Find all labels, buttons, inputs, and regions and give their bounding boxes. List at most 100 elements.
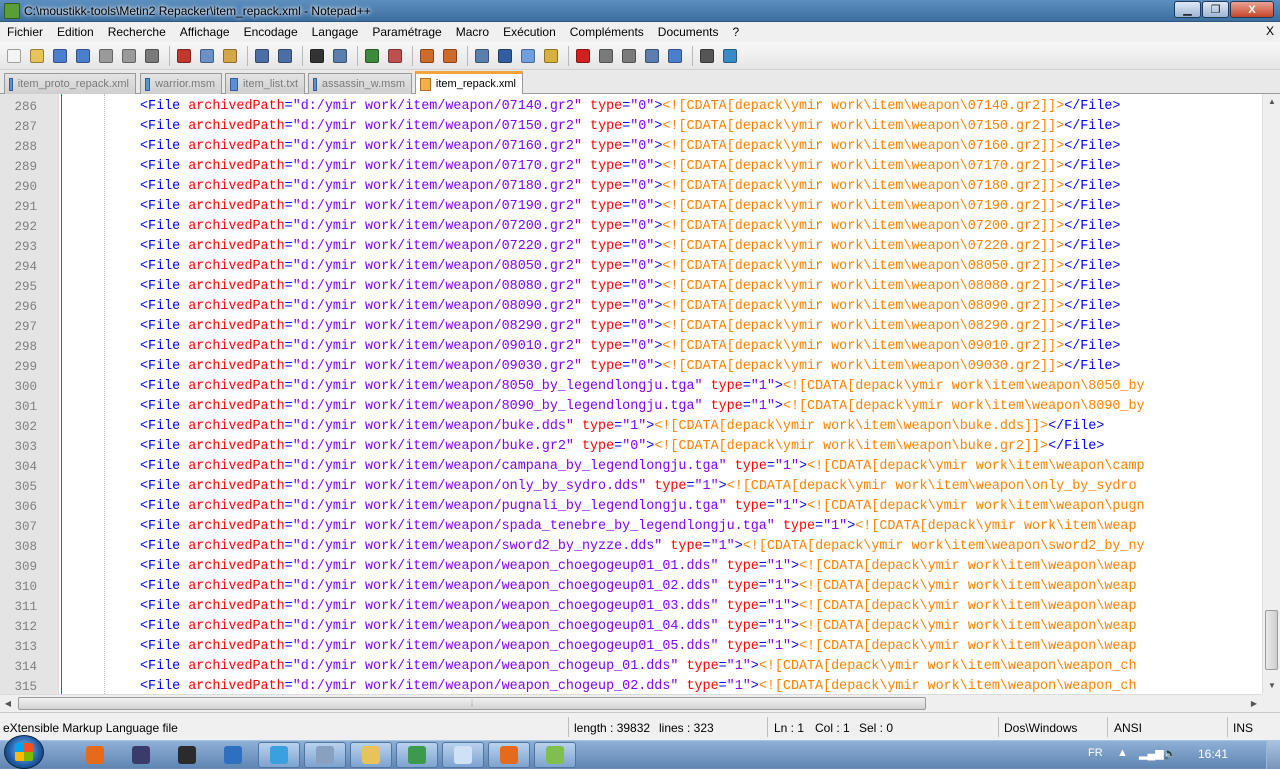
menu-encodage[interactable]: Encodage bbox=[237, 22, 305, 42]
menu-complements[interactable]: Compléments bbox=[563, 22, 651, 42]
installer-taskbar-button[interactable] bbox=[304, 742, 346, 768]
scroll-down-icon[interactable]: ▼ bbox=[1263, 678, 1280, 694]
redo-icon[interactable] bbox=[275, 46, 295, 66]
save-macro-icon[interactable] bbox=[665, 46, 685, 66]
vertical-scroll-thumb[interactable] bbox=[1265, 610, 1278, 670]
scroll-up-icon[interactable]: ▲ bbox=[1263, 94, 1280, 110]
save-all-icon[interactable] bbox=[73, 46, 93, 66]
paste-icon[interactable] bbox=[220, 46, 240, 66]
zoom-in-icon[interactable] bbox=[362, 46, 382, 66]
code-line[interactable]: 290 <File archivedPath="d:/ymir work/item… bbox=[0, 177, 1262, 197]
save-icon[interactable] bbox=[50, 46, 70, 66]
play-macro-icon[interactable] bbox=[619, 46, 639, 66]
find-icon[interactable] bbox=[307, 46, 327, 66]
notepadpp-taskbar-button[interactable] bbox=[534, 742, 576, 768]
maximize-button[interactable]: ❐ bbox=[1202, 1, 1229, 18]
code-line[interactable]: 292 <File archivedPath="d:/ymir work/item… bbox=[0, 217, 1262, 237]
code-line[interactable]: 308 <File archivedPath="d:/ymir work/item… bbox=[0, 537, 1262, 557]
clock[interactable]: 16:41 bbox=[1198, 747, 1228, 761]
code-line[interactable]: 288 <File archivedPath="d:/ymir work/item… bbox=[0, 137, 1262, 157]
copy-icon[interactable] bbox=[197, 46, 217, 66]
stop-macro-icon[interactable] bbox=[596, 46, 616, 66]
code-line[interactable]: 309 <File archivedPath="d:/ymir work/item… bbox=[0, 557, 1262, 577]
menu-fichier[interactable]: Fichier bbox=[0, 22, 50, 42]
code-line[interactable]: 312 <File archivedPath="d:/ymir work/item… bbox=[0, 617, 1262, 637]
menu-help[interactable]: ? bbox=[726, 22, 747, 42]
editor-area[interactable]: 286 <File archivedPath="d:/ymir work/item… bbox=[0, 94, 1262, 694]
code-line[interactable]: 293 <File archivedPath="d:/ymir work/item… bbox=[0, 237, 1262, 257]
menu-parametrage[interactable]: Paramétrage bbox=[365, 22, 448, 42]
show-hidden-icons-icon[interactable]: ▲ bbox=[1117, 747, 1128, 759]
zoom-out-icon[interactable] bbox=[385, 46, 405, 66]
record-macro-icon[interactable] bbox=[573, 46, 593, 66]
menu-langage[interactable]: Langage bbox=[305, 22, 366, 42]
menu-edition[interactable]: Edition bbox=[50, 22, 101, 42]
code-line[interactable]: 294 <File archivedPath="d:/ymir work/item… bbox=[0, 257, 1262, 277]
game-taskbar-button[interactable] bbox=[166, 742, 208, 768]
show-all-chars-icon[interactable] bbox=[495, 46, 515, 66]
print-icon[interactable] bbox=[142, 46, 162, 66]
close-button[interactable]: X bbox=[1230, 1, 1274, 18]
horizontal-scrollbar[interactable]: ◀ ⦙ ▶ bbox=[0, 694, 1262, 712]
code-line[interactable]: 314 <File archivedPath="d:/ymir work/item… bbox=[0, 657, 1262, 677]
firefox-window-taskbar-button[interactable] bbox=[488, 742, 530, 768]
code-line[interactable]: 310 <File archivedPath="d:/ymir work/item… bbox=[0, 577, 1262, 597]
play-multiple-icon[interactable] bbox=[642, 46, 662, 66]
tab-item-repack[interactable]: item_repack.xml bbox=[415, 71, 523, 94]
code-line[interactable]: 291 <File archivedPath="d:/ymir work/item… bbox=[0, 197, 1262, 217]
code-line[interactable]: 299 <File archivedPath="d:/ymir work/item… bbox=[0, 357, 1262, 377]
tab-item-list[interactable]: item_list.txt bbox=[225, 73, 305, 94]
network-signal-icon[interactable]: ▂▄▆ bbox=[1139, 747, 1164, 760]
notepad-taskbar-button[interactable] bbox=[442, 742, 484, 768]
new-file-icon[interactable] bbox=[4, 46, 24, 66]
sync-vertical-icon[interactable] bbox=[417, 46, 437, 66]
cut-icon[interactable] bbox=[174, 46, 194, 66]
code-line[interactable]: 313 <File archivedPath="d:/ymir work/item… bbox=[0, 637, 1262, 657]
after-effects-taskbar-button[interactable] bbox=[120, 742, 162, 768]
volume-icon[interactable]: 🔈 bbox=[1163, 747, 1177, 760]
spellcheck-icon[interactable] bbox=[720, 46, 740, 66]
code-line[interactable]: 307 <File archivedPath="d:/ymir work/item… bbox=[0, 517, 1262, 537]
code-line[interactable]: 315 <File archivedPath="d:/ymir work/item… bbox=[0, 677, 1262, 694]
firefox-taskbar-button[interactable] bbox=[74, 742, 116, 768]
word-wrap-icon[interactable] bbox=[472, 46, 492, 66]
paint-taskbar-button[interactable] bbox=[396, 742, 438, 768]
indent-guide-icon[interactable] bbox=[518, 46, 538, 66]
show-desktop-button[interactable] bbox=[1266, 741, 1280, 769]
explorer-taskbar-button[interactable] bbox=[350, 742, 392, 768]
binoculars-icon[interactable] bbox=[697, 46, 717, 66]
code-line[interactable]: 295 <File archivedPath="d:/ymir work/item… bbox=[0, 277, 1262, 297]
menu-documents[interactable]: Documents bbox=[651, 22, 726, 42]
code-line[interactable]: 300 <File archivedPath="d:/ymir work/item… bbox=[0, 377, 1262, 397]
code-line[interactable]: 305 <File archivedPath="d:/ymir work/item… bbox=[0, 477, 1262, 497]
code-line[interactable]: 296 <File archivedPath="d:/ymir work/item… bbox=[0, 297, 1262, 317]
code-line[interactable]: 311 <File archivedPath="d:/ymir work/item… bbox=[0, 597, 1262, 617]
code-line[interactable]: 286 <File archivedPath="d:/ymir work/item… bbox=[0, 97, 1262, 117]
code-line[interactable]: 287 <File archivedPath="d:/ymir work/item… bbox=[0, 117, 1262, 137]
media-taskbar-button[interactable] bbox=[212, 742, 254, 768]
tab-item-proto-repack[interactable]: item_proto_repack.xml bbox=[4, 73, 136, 94]
start-button[interactable] bbox=[4, 735, 44, 769]
menu-execution[interactable]: Exécution bbox=[496, 22, 563, 42]
user-lang-icon[interactable] bbox=[541, 46, 561, 66]
scroll-left-icon[interactable]: ◀ bbox=[0, 695, 16, 713]
open-file-icon[interactable] bbox=[27, 46, 47, 66]
menu-affichage[interactable]: Affichage bbox=[173, 22, 237, 42]
replace-icon[interactable] bbox=[330, 46, 350, 66]
horizontal-scroll-thumb[interactable]: ⦙ bbox=[18, 697, 926, 710]
code-line[interactable]: 298 <File archivedPath="d:/ymir work/item… bbox=[0, 337, 1262, 357]
minimize-button[interactable]: ▁ bbox=[1174, 1, 1201, 18]
close-icon[interactable] bbox=[96, 46, 116, 66]
code-line[interactable]: 289 <File archivedPath="d:/ymir work/item… bbox=[0, 157, 1262, 177]
vertical-scrollbar[interactable]: ▲ ▼ bbox=[1262, 94, 1280, 694]
code-line[interactable]: 303 <File archivedPath="d:/ymir work/item… bbox=[0, 437, 1262, 457]
code-line[interactable]: 302 <File archivedPath="d:/ymir work/item… bbox=[0, 417, 1262, 437]
tab-warrior-msm[interactable]: warrior.msm bbox=[140, 73, 222, 94]
notepadpp-app-icon[interactable] bbox=[4, 3, 20, 19]
tab-assassin-w[interactable]: assassin_w.msm bbox=[308, 73, 412, 94]
close-all-icon[interactable] bbox=[119, 46, 139, 66]
language-indicator[interactable]: FR bbox=[1088, 747, 1103, 759]
menu-recherche[interactable]: Recherche bbox=[101, 22, 173, 42]
scroll-right-icon[interactable]: ▶ bbox=[1246, 695, 1262, 713]
sync-horizontal-icon[interactable] bbox=[440, 46, 460, 66]
